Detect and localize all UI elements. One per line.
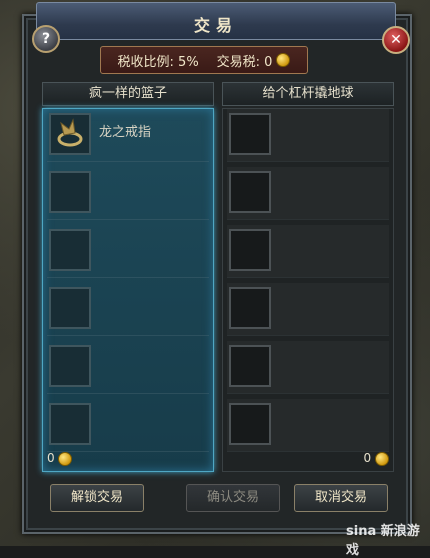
trade-slot[interactable] [47,283,209,336]
empty-slot-icon[interactable] [229,345,271,387]
left-gold-row: 0 [47,451,209,467]
tax-info-bar: 税收比例: 5% 交易税: 0 [100,46,308,74]
left-trade-column: 疯一样的篮子 龙之戒指 0 [42,82,214,472]
gold-coin-icon [375,451,389,466]
right-trade-column: 给个杠杆撬地球 0 [222,82,394,472]
cancel-trade-button[interactable]: 取消交易 [294,484,388,512]
close-icon: ✕ [390,32,402,48]
empty-slot-icon[interactable] [49,403,91,445]
trade-slot[interactable] [47,225,209,278]
help-button[interactable]: ? [32,25,60,53]
right-player-name: 给个杠杆撬地球 [222,82,394,106]
trade-slot[interactable] [227,109,389,162]
trade-slot[interactable] [47,399,209,452]
empty-slot-icon[interactable] [229,113,271,155]
trade-slot[interactable] [227,283,389,336]
item-name: 龙之戒指 [99,125,152,140]
empty-slot-icon[interactable] [229,171,271,213]
close-button[interactable]: ✕ [382,26,410,54]
trade-slot[interactable] [227,167,389,220]
trade-slot[interactable] [47,341,209,394]
trade-slot[interactable] [227,225,389,278]
question-mark-icon: ? [41,31,51,47]
empty-slot-icon[interactable] [49,287,91,329]
left-gold-amount: 0 [47,451,55,465]
trade-slot[interactable] [227,399,389,452]
left-item-slots: 龙之戒指 0 [42,108,214,472]
ring-item-icon[interactable] [49,113,91,155]
trade-slot[interactable] [227,341,389,394]
right-gold-amount: 0 [363,451,372,465]
trade-tax-label: 交易税: 0 [216,54,273,70]
window-title: 交易 [193,16,238,35]
empty-slot-icon[interactable] [49,171,91,213]
empty-slot-icon[interactable] [49,345,91,387]
title-bar: 交易 [36,2,396,40]
gold-coin-icon [58,451,73,466]
confirm-trade-button[interactable]: 确认交易 [186,484,280,512]
right-gold-row: 0 [227,451,389,467]
trade-slot[interactable]: 龙之戒指 [47,109,209,162]
left-player-name: 疯一样的篮子 [42,82,214,106]
trade-slot[interactable] [47,167,209,220]
sina-watermark: sina 新浪游戏 [346,524,420,558]
gold-coin-icon [276,53,291,67]
empty-slot-icon[interactable] [229,287,271,329]
empty-slot-icon[interactable] [229,403,271,445]
empty-slot-icon[interactable] [229,229,271,271]
right-item-slots: 0 [222,108,394,472]
tax-rate-label: 税收比例: 5% [117,54,199,70]
empty-slot-icon[interactable] [49,229,91,271]
unlock-trade-button[interactable]: 解锁交易 [50,484,144,512]
